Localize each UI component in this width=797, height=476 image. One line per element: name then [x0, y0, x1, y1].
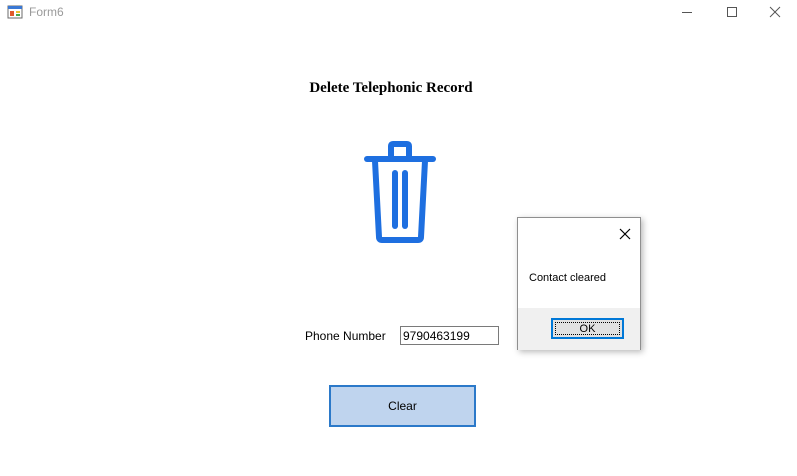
maximize-button[interactable] — [709, 0, 754, 24]
minimize-button[interactable] — [664, 0, 709, 24]
window-title: Form6 — [29, 5, 64, 19]
message-box-dialog: Contact cleared OK — [517, 217, 641, 350]
clear-button[interactable]: Clear — [329, 385, 476, 427]
minimize-icon — [681, 12, 692, 13]
message-box-text: Contact cleared — [529, 272, 607, 284]
message-box-close-button[interactable] — [614, 224, 636, 244]
close-button[interactable] — [752, 0, 797, 24]
message-box-footer: OK — [518, 308, 640, 350]
page-title: Delete Telephonic Record — [309, 80, 473, 96]
maximize-icon — [726, 7, 737, 17]
phone-number-label: Phone Number — [305, 329, 386, 343]
title-bar: Form6 — [0, 0, 797, 24]
form6-window: Form6 Delete Telephonic Record Phone Num… — [0, 0, 797, 476]
phone-number-input[interactable] — [400, 326, 499, 345]
app-form-icon — [7, 5, 23, 19]
trash-icon — [364, 141, 436, 243]
close-icon — [769, 6, 780, 18]
close-icon — [619, 228, 631, 240]
focus-indicator — [555, 322, 620, 335]
ok-button[interactable]: OK — [551, 318, 624, 339]
